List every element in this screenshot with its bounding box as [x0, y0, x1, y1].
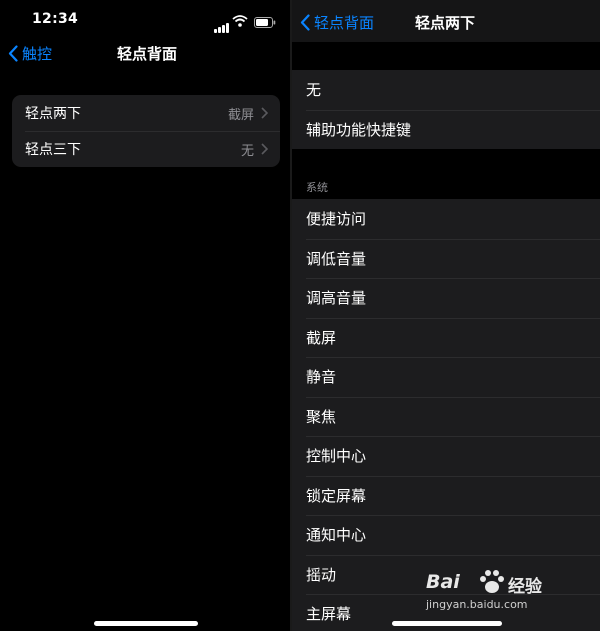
paw-icon — [480, 570, 504, 593]
chevron-left-icon — [300, 14, 310, 31]
left-screen: 12:34 触控 轻点背面 轻点两下 截屏 轻点三下 无 — [0, 0, 290, 631]
option-label: 无 — [306, 81, 322, 100]
watermark-suffix: 经验 — [508, 577, 542, 597]
option-lock-screen[interactable]: 锁定屏幕 — [292, 475, 600, 516]
triple-tap-row[interactable]: 轻点三下 无 — [12, 131, 280, 167]
option-label: 辅助功能快捷键 — [306, 120, 412, 139]
double-tap-row[interactable]: 轻点两下 截屏 — [12, 95, 280, 131]
top-options-list: 无 辅助功能快捷键 — [292, 70, 600, 149]
back-label: 触控 — [22, 45, 53, 63]
page-title: 轻点背面 — [117, 45, 178, 63]
watermark: Bai 经验 jingyan.baidu.com — [424, 570, 594, 621]
battery-icon — [254, 13, 276, 32]
option-label: 调高音量 — [306, 289, 367, 308]
home-indicator — [392, 621, 502, 626]
chevron-right-icon — [261, 107, 268, 119]
option-label: 便捷访问 — [306, 210, 367, 229]
option-screenshot[interactable]: 截屏 — [292, 317, 600, 358]
option-mute[interactable]: 静音 — [292, 357, 600, 397]
home-indicator — [94, 621, 198, 626]
row-label: 轻点三下 — [25, 142, 81, 158]
option-label: 摇动 — [306, 565, 337, 584]
chevron-right-icon — [261, 143, 268, 155]
option-label: 调低音量 — [306, 249, 367, 268]
option-label: 静音 — [306, 368, 337, 387]
nav-bar-left: 触控 轻点背面 — [0, 38, 290, 82]
back-button-back-tap[interactable]: 轻点背面 — [300, 12, 374, 33]
option-accessibility-shortcut[interactable]: 辅助功能快捷键 — [292, 109, 600, 150]
row-label: 轻点两下 — [25, 106, 81, 122]
back-tap-options-list: 轻点两下 截屏 轻点三下 无 — [12, 95, 280, 167]
option-label: 锁定屏幕 — [306, 486, 367, 505]
wifi-icon — [232, 12, 248, 31]
status-time: 12:34 — [32, 11, 79, 27]
system-options-list: 便捷访问 调低音量 调高音量 截屏 静音 聚焦 控制中心 锁定屏幕 通知中心 摇… — [292, 199, 600, 631]
watermark-logo: Bai — [426, 571, 460, 593]
option-label: 主屏幕 — [306, 605, 352, 624]
option-reachability[interactable]: 便捷访问 — [292, 199, 600, 239]
watermark-url: jingyan.baidu.com — [426, 598, 528, 611]
option-label: 截屏 — [306, 328, 337, 347]
option-label: 控制中心 — [306, 447, 367, 466]
cellular-signal-icon — [214, 14, 230, 33]
status-bar: 12:34 — [0, 0, 290, 38]
back-label: 轻点背面 — [314, 14, 375, 32]
nav-bar-right: 轻点背面 轻点两下 — [292, 0, 600, 42]
row-value: 截屏 — [227, 107, 254, 123]
option-notification-center[interactable]: 通知中心 — [292, 515, 600, 555]
option-focus[interactable]: 聚焦 — [292, 396, 600, 437]
row-value: 无 — [240, 143, 254, 159]
option-volume-down[interactable]: 调低音量 — [292, 238, 600, 279]
section-header-system: 系统 — [306, 181, 328, 194]
back-button-touch[interactable]: 触控 — [8, 43, 52, 64]
option-none[interactable]: 无 — [292, 70, 600, 110]
right-screen: 轻点背面 轻点两下 无 辅助功能快捷键 系统 便捷访问 调低音量 调高音量 截屏… — [292, 0, 600, 631]
option-control-center[interactable]: 控制中心 — [292, 436, 600, 476]
chevron-left-icon — [8, 45, 18, 62]
option-label: 聚焦 — [306, 407, 337, 426]
page-title: 轻点两下 — [415, 14, 476, 32]
option-label: 通知中心 — [306, 526, 367, 545]
option-volume-up[interactable]: 调高音量 — [292, 278, 600, 318]
